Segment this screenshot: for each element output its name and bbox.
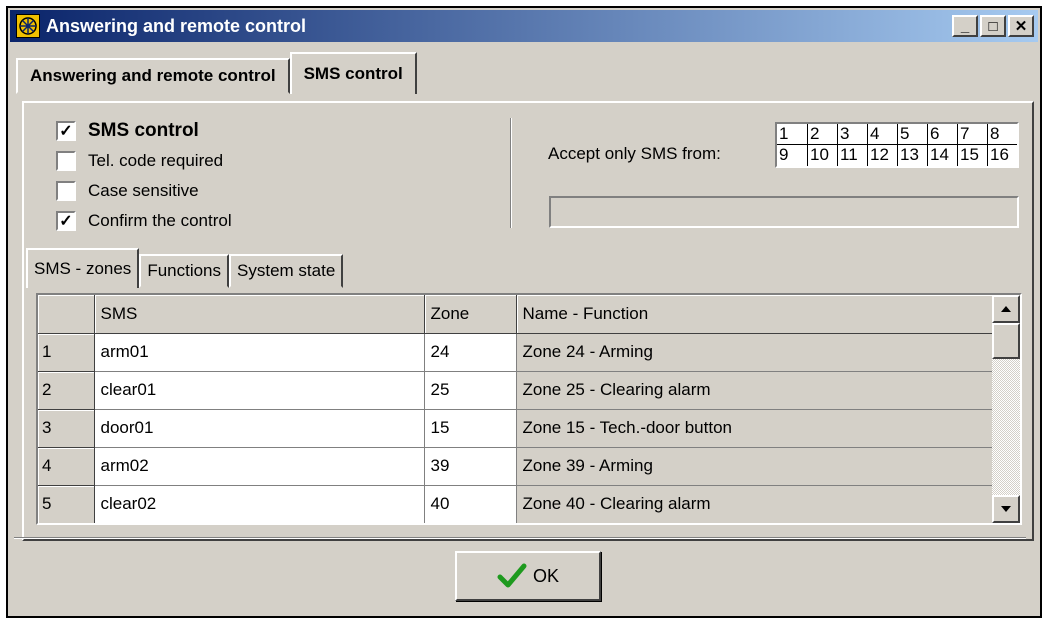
- case-sensitive-checkbox[interactable]: [56, 181, 76, 201]
- tab-sms-zones[interactable]: SMS - zones: [26, 248, 140, 288]
- name-function-cell: Zone 40 - Clearing alarm: [516, 485, 997, 523]
- close-button[interactable]: ✕: [1008, 15, 1034, 37]
- phone-number-cell[interactable]: 11: [837, 145, 867, 166]
- phone-number-cell[interactable]: 8: [987, 124, 1017, 145]
- option-tel-code[interactable]: Tel. code required: [56, 146, 232, 176]
- row-number: 4: [38, 447, 95, 486]
- phone-number-grid[interactable]: 1 2 3 4 5 6 7 8 9 10 11 12 13 14 15 16: [775, 122, 1019, 168]
- phone-number-cell[interactable]: 4: [867, 124, 897, 145]
- phone-number-cell[interactable]: 13: [897, 145, 927, 166]
- phone-number-cell[interactable]: 2: [807, 124, 837, 145]
- tab-sms-control[interactable]: SMS control: [289, 52, 417, 94]
- maximize-button[interactable]: □: [980, 15, 1006, 37]
- sms-cell[interactable]: clear02: [94, 485, 425, 523]
- option-label: Tel. code required: [88, 151, 224, 170]
- vertical-scrollbar[interactable]: [992, 295, 1020, 523]
- main-tabs: Answering and remote control SMS control: [16, 52, 417, 94]
- arrow-down-icon: [1001, 506, 1011, 512]
- tab-answering[interactable]: Answering and remote control: [16, 58, 290, 94]
- table-row[interactable]: 3 door01 15 Zone 15 - Tech.-door button: [38, 409, 997, 448]
- phone-number-cell[interactable]: 12: [867, 145, 897, 166]
- zones-table: SMS Zone Name - Function 1 arm01 24 Zone…: [38, 295, 997, 523]
- option-confirm[interactable]: ✓ Confirm the control: [56, 206, 232, 236]
- sms-control-checkbox[interactable]: ✓: [56, 121, 76, 141]
- row-number: 3: [38, 409, 95, 448]
- option-sms-control[interactable]: ✓ SMS control: [56, 116, 232, 146]
- name-function-cell: Zone 39 - Arming: [516, 447, 997, 486]
- phone-number-cell[interactable]: 15: [957, 145, 987, 166]
- sms-cell[interactable]: door01: [94, 409, 425, 448]
- header-index: [38, 295, 95, 334]
- option-label: SMS control: [88, 120, 199, 141]
- zone-cell[interactable]: 25: [424, 371, 517, 410]
- sms-cell[interactable]: arm01: [94, 333, 425, 372]
- phone-number-cell[interactable]: 1: [777, 124, 807, 145]
- option-label: Confirm the control: [88, 211, 232, 230]
- row-number: 1: [38, 333, 95, 372]
- confirm-checkbox[interactable]: ✓: [56, 211, 76, 231]
- phone-number-cell[interactable]: 7: [957, 124, 987, 145]
- window-title: Answering and remote control: [46, 15, 307, 36]
- row-number: 2: [38, 371, 95, 410]
- name-function-cell: Zone 24 - Arming: [516, 333, 997, 372]
- tel-code-checkbox[interactable]: [56, 151, 76, 171]
- phone-number-cell[interactable]: 3: [837, 124, 867, 145]
- vertical-divider: [510, 118, 512, 228]
- sms-cell[interactable]: clear01: [94, 371, 425, 410]
- checkmark-icon: [497, 563, 527, 588]
- sub-tabs: SMS - zones Functions System state: [26, 248, 344, 288]
- app-logo-icon: [19, 17, 37, 35]
- phone-number-cell[interactable]: 10: [807, 145, 837, 166]
- options-group: ✓ SMS control Tel. code required Case se…: [56, 116, 232, 236]
- phone-number-cell[interactable]: 14: [927, 145, 957, 166]
- table-row[interactable]: 5 clear02 40 Zone 40 - Clearing alarm: [38, 485, 997, 523]
- table-header-row: SMS Zone Name - Function: [38, 295, 997, 334]
- tab-system-state[interactable]: System state: [229, 254, 344, 288]
- minimize-button[interactable]: _: [952, 15, 978, 37]
- tab-functions[interactable]: Functions: [139, 254, 230, 288]
- title-bar[interactable]: Answering and remote control _ □ ✕: [10, 10, 1038, 42]
- table-row[interactable]: 4 arm02 39 Zone 39 - Arming: [38, 447, 997, 486]
- zone-cell[interactable]: 15: [424, 409, 517, 448]
- phone-number-cell[interactable]: 16: [987, 145, 1017, 166]
- sms-cell[interactable]: arm02: [94, 447, 425, 486]
- sms-zones-grid: SMS Zone Name - Function 1 arm01 24 Zone…: [36, 293, 1022, 525]
- name-function-cell: Zone 15 - Tech.-door button: [516, 409, 997, 448]
- phone-number-field[interactable]: [549, 196, 1019, 228]
- header-zone[interactable]: Zone: [424, 295, 517, 334]
- option-case-sensitive[interactable]: Case sensitive: [56, 176, 232, 206]
- phone-number-cell[interactable]: 6: [927, 124, 957, 145]
- header-sms[interactable]: SMS: [94, 295, 425, 334]
- zone-cell[interactable]: 40: [424, 485, 517, 523]
- scroll-up-button[interactable]: [992, 295, 1020, 323]
- scroll-down-button[interactable]: [992, 495, 1020, 523]
- zone-cell[interactable]: 39: [424, 447, 517, 486]
- app-icon: [16, 14, 40, 38]
- footer-divider: [14, 537, 1026, 539]
- ok-label: OK: [532, 565, 559, 586]
- arrow-up-icon: [1001, 306, 1011, 312]
- header-name-function[interactable]: Name - Function: [516, 295, 997, 334]
- scroll-thumb[interactable]: [992, 323, 1020, 359]
- option-label: Case sensitive: [88, 181, 199, 200]
- accept-sms-label: Accept only SMS from:: [548, 144, 721, 163]
- phone-number-cell[interactable]: 9: [777, 145, 807, 166]
- table-row[interactable]: 1 arm01 24 Zone 24 - Arming: [38, 333, 997, 372]
- table-row[interactable]: 2 clear01 25 Zone 25 - Clearing alarm: [38, 371, 997, 410]
- name-function-cell: Zone 25 - Clearing alarm: [516, 371, 997, 410]
- ok-button[interactable]: OK: [455, 551, 601, 601]
- phone-number-cell[interactable]: 5: [897, 124, 927, 145]
- row-number: 5: [38, 485, 95, 523]
- zone-cell[interactable]: 24: [424, 333, 517, 372]
